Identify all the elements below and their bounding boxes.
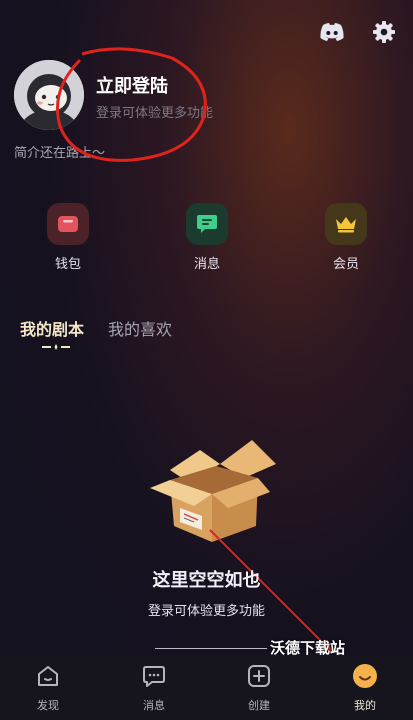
gear-icon[interactable] <box>370 18 398 46</box>
message-button[interactable]: 消息 <box>177 203 237 272</box>
wallet-icon <box>47 203 89 245</box>
vip-button[interactable]: 会员 <box>316 203 376 272</box>
vip-label: 会员 <box>332 257 359 272</box>
tab-my-likes[interactable]: 我的喜欢 <box>108 316 172 340</box>
tab-my-scripts[interactable]: 我的剧本 <box>20 316 84 340</box>
login-underline <box>155 648 267 649</box>
tab-indicator <box>42 344 70 350</box>
nav-create[interactable]: 创建 <box>229 663 289 713</box>
nav-mine-label: 我的 <box>354 699 376 712</box>
nav-mine[interactable]: 我的 <box>335 663 395 713</box>
wallet-button[interactable]: 钱包 <box>38 203 98 272</box>
home-icon <box>35 663 61 689</box>
bottom-nav: 发现 消息 创建 我的 <box>0 655 413 720</box>
nav-messages-label: 消息 <box>143 699 165 712</box>
nav-create-label: 创建 <box>248 699 270 712</box>
wallet-label: 钱包 <box>54 257 81 272</box>
plus-square-icon <box>246 663 272 689</box>
annotation-circle <box>56 47 207 162</box>
message-label: 消息 <box>193 257 220 272</box>
discord-icon[interactable] <box>318 18 346 46</box>
chat-icon <box>141 663 167 689</box>
crown-icon <box>325 203 367 245</box>
empty-state-subtitle[interactable]: 登录可体验更多功能 <box>0 600 413 619</box>
nav-messages[interactable]: 消息 <box>124 663 184 713</box>
nav-discover[interactable]: 发现 <box>18 663 78 713</box>
message-icon <box>186 203 228 245</box>
profile-smile-icon <box>352 663 378 689</box>
nav-discover-label: 发现 <box>37 699 59 712</box>
empty-state-title: 这里空空如也 <box>152 570 261 591</box>
